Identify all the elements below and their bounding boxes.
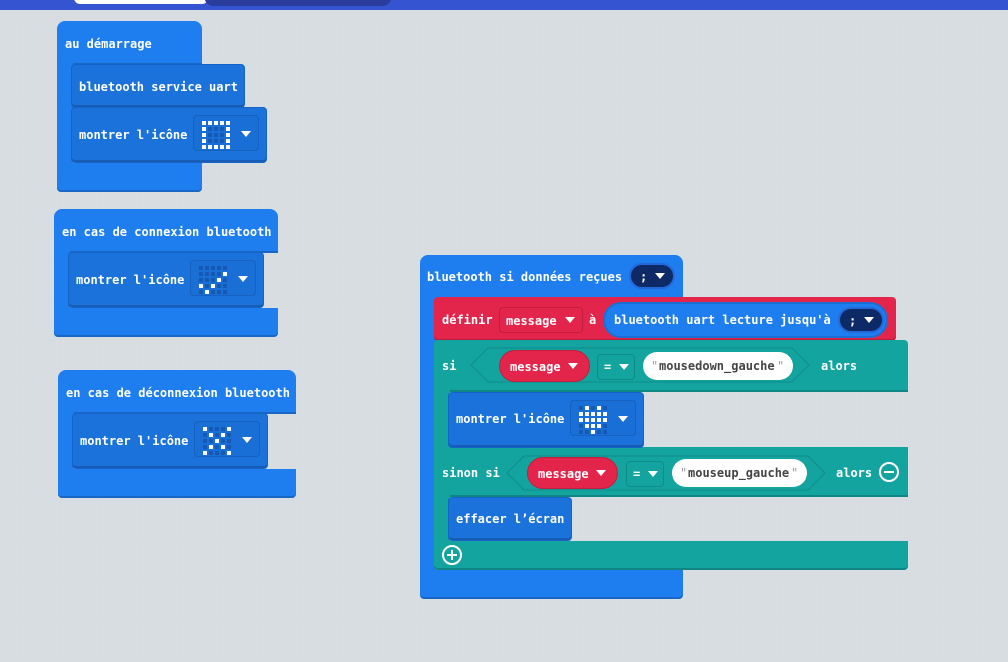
quote-close: "	[791, 466, 799, 480]
elseif-variable-reporter[interactable]: message	[527, 457, 618, 489]
chevron-down-icon	[596, 470, 606, 476]
if-label: si	[442, 359, 457, 373]
chevron-down-icon	[864, 317, 874, 323]
add-else-if-icon[interactable]	[442, 545, 462, 565]
on-start-hat-label: au démarrage	[65, 37, 152, 51]
quote-open: "	[651, 359, 659, 373]
chevron-down-icon	[565, 317, 575, 323]
on-data-hat-label: bluetooth si données reçues	[427, 270, 623, 284]
icon-dropdown[interactable]	[194, 421, 260, 457]
on-connect-footer	[54, 308, 278, 337]
if-operator-value: =	[604, 360, 612, 374]
clear-screen-label: effacer l’écran	[456, 512, 565, 526]
on-data-footer	[420, 570, 683, 599]
on-start-footer	[57, 163, 202, 192]
elseif-operator-dropdown[interactable]: =	[626, 461, 664, 487]
uart-read-until-block[interactable]: bluetooth uart lecture jusqu'à ;	[603, 302, 888, 338]
show-icon-label: montrer l'icône	[79, 128, 188, 142]
tall-rectangle-icon	[202, 121, 232, 149]
chevron-down-icon	[655, 273, 665, 279]
to-label: à	[589, 313, 597, 327]
icon-dropdown[interactable]	[570, 400, 636, 436]
top-toolbar	[0, 0, 1008, 10]
variable-dropdown[interactable]: message	[499, 307, 583, 333]
on-disconnect-hat-label: en cas de déconnexion bluetooth	[66, 386, 290, 400]
show-icon-label: montrer l'icône	[80, 434, 189, 448]
chevron-down-icon	[238, 276, 248, 282]
set-label: définir	[442, 313, 493, 327]
chevron-down-icon	[648, 471, 658, 477]
read-delimiter-dropdown[interactable]: ;	[838, 307, 884, 333]
if-variable-name: message	[510, 360, 561, 374]
delimiter-dropdown[interactable]: ;	[629, 263, 675, 289]
chevron-down-icon	[242, 437, 252, 443]
bluetooth-service-uart-label: bluetooth service uart	[79, 80, 238, 94]
if-operator-dropdown[interactable]: =	[597, 354, 635, 380]
chevron-down-icon	[618, 416, 628, 422]
no-x-icon	[203, 427, 233, 455]
if-string-value: mousedown_gauche	[659, 359, 775, 373]
toolbar-search-pill[interactable]	[74, 0, 208, 4]
if-variable-reporter[interactable]: message	[499, 350, 590, 382]
elseif-string-input[interactable]: " mouseup_gauche "	[672, 459, 807, 487]
uart-read-until-label: bluetooth uart lecture jusqu'à	[614, 313, 831, 327]
if-string-input[interactable]: " mousedown_gauche "	[643, 352, 793, 380]
on-connect-hat-label: en cas de connexion bluetooth	[62, 225, 272, 239]
toolbar-center-pill[interactable]	[204, 0, 392, 6]
show-icon-label: montrer l'icône	[456, 412, 565, 426]
show-icon-label: montrer l'icône	[76, 273, 185, 287]
elseif-variable-name: message	[538, 467, 589, 481]
remove-else-if-icon[interactable]	[879, 462, 899, 482]
quote-close: "	[777, 359, 785, 373]
delimiter-value: ;	[640, 270, 648, 284]
read-delimiter-value: ;	[849, 314, 857, 328]
quote-open: "	[680, 466, 688, 480]
if-block-footer	[434, 541, 908, 570]
elseif-label: sinon si	[442, 466, 500, 480]
icon-dropdown[interactable]	[193, 115, 259, 151]
on-disconnect-footer	[58, 469, 296, 498]
then-label: alors	[821, 359, 858, 373]
heart-icon	[579, 406, 609, 434]
elseif-then-label: alors	[836, 466, 873, 480]
icon-dropdown[interactable]	[190, 260, 256, 296]
chevron-down-icon	[619, 364, 629, 370]
elseif-operator-value: =	[633, 467, 641, 481]
chevron-down-icon	[241, 131, 251, 137]
yes-check-icon	[199, 266, 229, 294]
elseif-string-value: mouseup_gauche	[688, 466, 790, 480]
variable-name: message	[506, 314, 557, 328]
chevron-down-icon	[568, 363, 578, 369]
